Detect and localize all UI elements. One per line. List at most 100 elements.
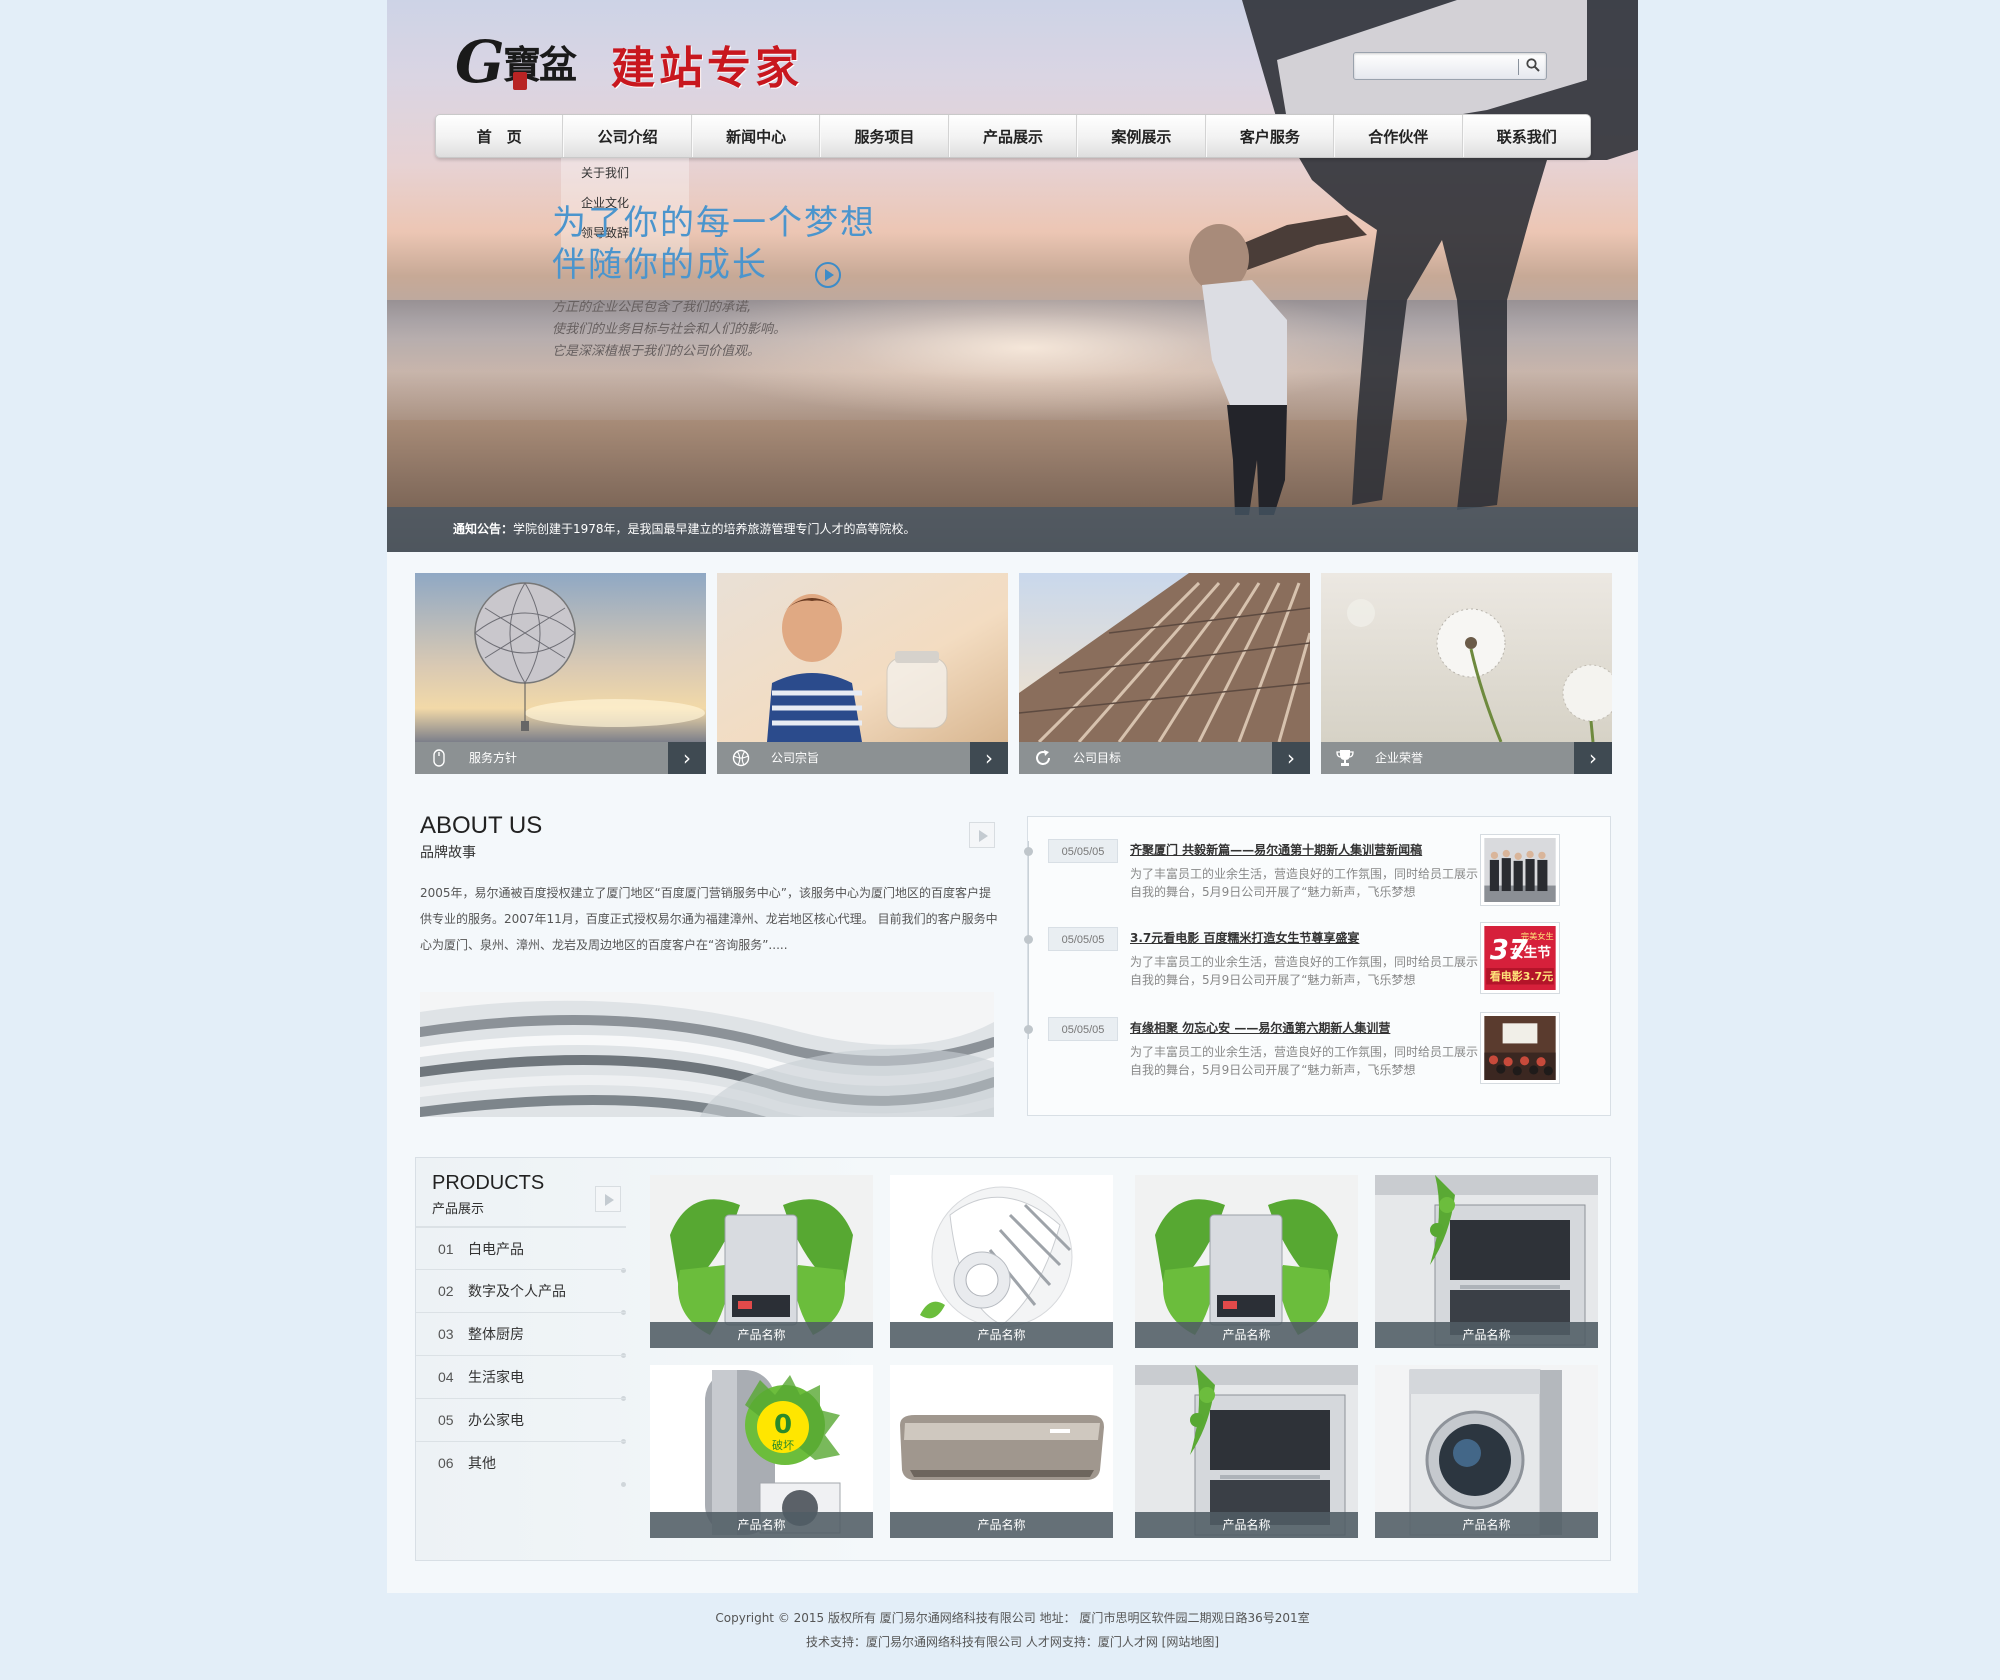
news-title[interactable]: 齐聚厦门 共毅新篇——易尔通第十期新人集训营新闻稿 — [1130, 841, 1422, 858]
nav-news[interactable]: 新闻中心 — [691, 115, 821, 157]
search-input[interactable] — [1358, 56, 1516, 76]
product-card[interactable]: 产品名称 — [650, 1175, 873, 1348]
nav-contact[interactable]: 联系我们 — [1462, 115, 1590, 157]
site-logo[interactable]: G 寶盆 建站专家 — [455, 28, 815, 96]
feature-bar: 公司宗旨 › — [717, 742, 1008, 774]
news-item[interactable]: 05/05/05 有缘相聚 勿忘心安 ——易尔通第六期新人集训营 为了丰富员工的… — [1024, 1005, 1610, 1087]
news-title[interactable]: 3.7元看电影 百度糯米打造女生节尊享盛宴 — [1130, 929, 1359, 946]
product-card[interactable]: 产品名称 — [1375, 1175, 1598, 1348]
category-label: 整体厨房 — [468, 1327, 524, 1343]
architecture-image — [420, 992, 994, 1117]
team-photo-thumb[interactable] — [1481, 835, 1559, 905]
search-box — [1353, 52, 1547, 80]
category-item[interactable]: 02 数字及个人产品 — [416, 1269, 626, 1315]
chevron-right-icon[interactable]: › — [1574, 742, 1612, 774]
feature-label: 企业荣誉 — [1375, 751, 1424, 765]
page: G 寶盆 建站专家 首 页 公司介绍 新闻中心 服务项目 产品展示 案例展示 客… — [387, 0, 1638, 1593]
news-panel: 05/05/05 齐聚厦门 共毅新篇——易尔通第十期新人集训营新闻稿 为了丰富员… — [1024, 816, 1611, 1116]
about-subtitle: 品牌故事 — [420, 845, 476, 861]
category-number: 05 — [438, 1412, 454, 1428]
feature-label: 公司宗旨 — [771, 751, 820, 765]
category-number: 06 — [438, 1455, 454, 1471]
category-label: 白电产品 — [468, 1242, 524, 1258]
meeting-photo-thumb[interactable] — [1481, 1013, 1559, 1083]
hero-line-1: 为了你的每一个梦想 — [552, 203, 876, 243]
feature-label: 公司目标 — [1073, 751, 1122, 765]
hero-play-icon[interactable] — [815, 262, 841, 288]
footer-support[interactable]: 技术支持：厦门易尔通网络科技有限公司 人才网支持：厦门人才网 [网站地图] — [387, 1630, 1638, 1654]
subnav-about-us[interactable]: 关于我们 — [561, 158, 689, 188]
mouse-icon — [433, 749, 445, 767]
trophy-icon — [1336, 750, 1354, 766]
product-label: 产品名称 — [890, 1322, 1113, 1348]
main-nav: 首 页 公司介绍 新闻中心 服务项目 产品展示 案例展示 客户服务 合作伙伴 联… — [435, 114, 1591, 158]
chevron-right-icon[interactable]: › — [1272, 742, 1310, 774]
feature-bar: 公司目标 › — [1019, 742, 1310, 774]
news-date: 05/05/05 — [1048, 927, 1118, 951]
timeline-dot — [1024, 847, 1033, 856]
product-label: 产品名称 — [650, 1322, 873, 1348]
product-card[interactable]: 产品名称 — [890, 1365, 1113, 1538]
building-image — [1019, 573, 1310, 742]
search-button[interactable] — [1522, 55, 1544, 77]
category-label: 生活家电 — [468, 1370, 524, 1386]
hero-tagline-2: 使我们的业务目标与社会和人们的影响。 — [552, 322, 787, 337]
promo-top-text: 完美女生 — [1521, 931, 1554, 941]
feature-tiles: 服务方针 › 公司宗旨 › 公司目标 › 企业荣誉 › — [415, 573, 1612, 774]
category-item[interactable]: 01 白电产品 — [416, 1226, 626, 1273]
nav-cases[interactable]: 案例展示 — [1077, 115, 1206, 157]
boy-with-jar-image — [717, 573, 1008, 742]
feature-tile-company-goal[interactable]: 公司目标 › — [1019, 573, 1310, 774]
logo-title: 建站专家 — [611, 43, 803, 94]
refresh-icon — [1036, 750, 1050, 765]
product-card[interactable]: 产品名称 — [1375, 1365, 1598, 1538]
news-title[interactable]: 有缘相聚 勿忘心安 ——易尔通第六期新人集训营 — [1130, 1019, 1390, 1036]
product-card[interactable]: 产品名称 — [1135, 1175, 1358, 1348]
category-item[interactable]: 04 生活家电 — [416, 1355, 626, 1401]
footer-copyright: Copyright © 2015 版权所有 厦门易尔通网络科技有限公司 地址： … — [715, 1611, 1310, 1625]
news-item[interactable]: 05/05/05 3.7元看电影 百度糯米打造女生节尊享盛宴 为了丰富员工的业余… — [1024, 915, 1610, 997]
news-item[interactable]: 05/05/05 齐聚厦门 共毅新篇——易尔通第十期新人集训营新闻稿 为了丰富员… — [1024, 827, 1610, 909]
nav-about-company[interactable]: 公司介绍 — [563, 115, 692, 157]
product-card[interactable]: 产品名称 — [1135, 1365, 1358, 1538]
news-desc: 为了丰富员工的业余生活，营造良好的工作氛围，同时给员工展示自我的舞台，5月9日公… — [1130, 867, 1479, 899]
category-item[interactable]: 06 其他 — [416, 1441, 626, 1487]
product-grid: 产品名称 产品名称 产品名称 产品名称 0 破坏 产品名称 产品名称 产品名称 … — [650, 1175, 1600, 1555]
nav-partners[interactable]: 合作伙伴 — [1334, 115, 1463, 157]
feature-tile-company-purpose[interactable]: 公司宗旨 › — [717, 573, 1008, 774]
product-label: 产品名称 — [890, 1512, 1113, 1538]
category-item[interactable]: 03 整体厨房 — [416, 1312, 626, 1358]
search-divider — [1518, 59, 1519, 75]
product-label: 产品名称 — [1375, 1512, 1598, 1538]
category-number: 03 — [438, 1326, 454, 1342]
nav-customer-service[interactable]: 客户服务 — [1205, 115, 1335, 157]
badge-number: 0 — [774, 1410, 792, 1440]
category-item[interactable]: 05 办公家电 — [416, 1398, 626, 1444]
products-title: PRODUCTS — [432, 1172, 545, 1194]
logo-seal — [513, 72, 527, 90]
product-card[interactable]: 产品名称 — [890, 1175, 1113, 1348]
feature-tile-company-honor[interactable]: 企业荣誉 › — [1321, 573, 1612, 774]
product-label: 产品名称 — [1135, 1512, 1358, 1538]
nav-products[interactable]: 产品展示 — [948, 115, 1078, 157]
hero-tagline-1: 方正的企业公民包含了我们的承诺, — [552, 300, 752, 315]
products-more-icon[interactable] — [595, 1186, 621, 1212]
feature-label: 服务方针 — [469, 751, 518, 765]
news-desc: 为了丰富员工的业余生活，营造良好的工作氛围，同时给员工展示自我的舞台，5月9日公… — [1130, 955, 1479, 987]
product-card[interactable]: 0 破坏 产品名称 — [650, 1365, 873, 1538]
nav-home[interactable]: 首 页 — [436, 115, 564, 157]
logo-mark: G — [455, 28, 505, 96]
chevron-right-icon[interactable]: › — [970, 742, 1008, 774]
globe-icon — [732, 749, 750, 767]
about-section: ABOUT US 品牌故事 2005年，易尔通被百度授权建立了厦门地区“百度厦门… — [420, 812, 998, 1118]
about-more-icon[interactable] — [969, 822, 995, 848]
badge-text: 破坏 — [772, 1438, 794, 1452]
notice-text[interactable]: 学院创建于1978年，是我国最早建立的培养旅游管理专门人才的高等院校。 — [513, 522, 916, 536]
feature-tile-service-policy[interactable]: 服务方针 › — [415, 573, 706, 774]
feature-bar: 企业荣誉 › — [1321, 742, 1612, 774]
womens-day-promo-thumb[interactable]: 37 完美女生 女生节 看电影3.7元 — [1481, 923, 1559, 993]
products-subtitle: 产品展示 — [432, 1202, 485, 1217]
chevron-right-icon[interactable]: › — [668, 742, 706, 774]
nav-services[interactable]: 服务项目 — [820, 115, 949, 157]
category-number: 01 — [438, 1241, 454, 1257]
